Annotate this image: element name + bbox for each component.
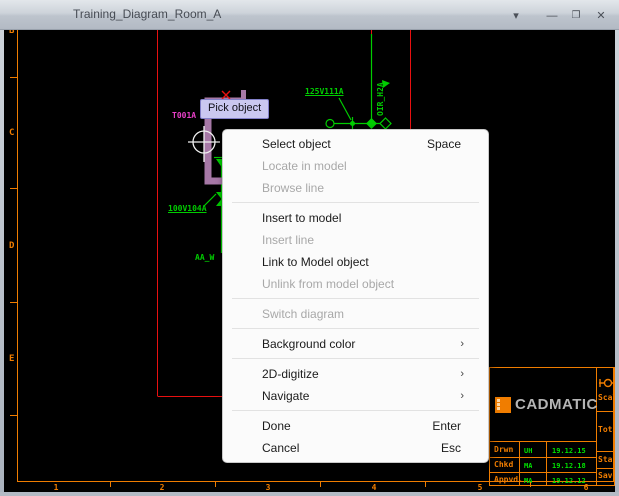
brand-name: CADMATIC — [515, 396, 598, 413]
shortcut-space: Space — [427, 133, 461, 155]
menu-separator — [232, 328, 479, 329]
row-label-drwn: Drwn — [494, 445, 513, 454]
connector-icon — [599, 376, 615, 390]
row-value-appvd: MA — [524, 477, 532, 485]
menu-item-done[interactable]: Done Enter — [223, 415, 488, 437]
submenu-arrow-icon: › — [460, 363, 464, 385]
submenu-arrow-icon: › — [460, 333, 464, 355]
menu-item-background-color[interactable]: Background color › — [223, 333, 488, 355]
ruler-letter-d: D — [9, 241, 14, 251]
row-value-drwn: UH — [524, 447, 532, 455]
submenu-arrow-icon: › — [460, 385, 464, 407]
titlebar: Training_Diagram_Room_A ▾ — ❐ ✕ — [0, 0, 619, 30]
pick-object-tooltip: Pick object — [200, 99, 269, 119]
window-border-bottom — [0, 492, 619, 496]
menu-item-navigate[interactable]: Navigate › — [223, 385, 488, 407]
maximize-button[interactable]: ❐ — [566, 8, 586, 24]
row-date-chkd: 19.12.18 — [552, 462, 586, 470]
ruler-number-2: 2 — [156, 483, 168, 492]
valve-top-label: 125V111A — [305, 87, 344, 96]
row-date-drwn: 19.12.15 — [552, 447, 586, 455]
app-window: Training_Diagram_Room_A ▾ — ❐ ✕ — [0, 0, 619, 496]
ruler-letter-e: E — [9, 354, 14, 364]
window-title: Training_Diagram_Room_A — [73, 7, 221, 21]
ruler-letter-c: C — [9, 128, 14, 138]
menu-separator — [232, 202, 479, 203]
menu-item-cancel[interactable]: Cancel Esc — [223, 437, 488, 459]
menu-item-insert-line: Insert line — [223, 229, 488, 251]
close-button[interactable]: ✕ — [591, 8, 611, 24]
ruler-number-3: 3 — [262, 483, 274, 492]
menu-separator — [232, 298, 479, 299]
menu-item-locate-in-model: Locate in model — [223, 155, 488, 177]
menu-separator — [232, 410, 479, 411]
side-label-scale: Scale — [598, 393, 615, 402]
row-label-chkd: Chkd — [494, 460, 513, 469]
menu-item-switch-diagram: Switch diagram — [223, 303, 488, 325]
menu-separator — [232, 358, 479, 359]
title-block: CADMATIC Drwn UH 19.12.15 Chkd MA 19.12.… — [489, 367, 615, 486]
valve-left-label: 100V104A — [168, 204, 207, 213]
row-value-chkd: MA — [524, 462, 532, 470]
menu-item-2d-digitize[interactable]: 2D-digitize › — [223, 363, 488, 385]
system-left-label: AA_W — [195, 253, 214, 262]
shortcut-esc: Esc — [441, 437, 461, 459]
menu-item-insert-to-model[interactable]: Insert to model — [223, 207, 488, 229]
window-border-right — [615, 30, 619, 496]
context-menu: Select object Space Locate in model Brow… — [222, 129, 489, 463]
ruler-letter-b: B — [9, 30, 14, 36]
row-date-appvd: 19.12.12 — [552, 477, 586, 485]
menu-item-browse-line: Browse line — [223, 177, 488, 199]
window-menu-arrow-icon[interactable]: ▾ — [506, 8, 526, 24]
side-label-save: Save — [598, 471, 615, 480]
ruler-number-1: 1 — [50, 483, 62, 492]
crosshair-cursor — [188, 126, 220, 162]
side-label-status: Status — [598, 455, 615, 464]
menu-item-link-to-model-object[interactable]: Link to Model object — [223, 251, 488, 273]
row-label-appvd: Appvd. — [494, 475, 523, 484]
ruler-number-4: 4 — [368, 483, 380, 492]
minimize-button[interactable]: — — [542, 8, 562, 24]
pipe-vertical-label: OIR_H2A — [376, 74, 385, 116]
side-label-total: Total — [598, 425, 615, 434]
menu-item-select-object[interactable]: Select object Space — [223, 133, 488, 155]
menu-item-unlink-from-model-object: Unlink from model object — [223, 273, 488, 295]
diagram-canvas[interactable]: T001A 125V111A 100V104A AA_W OIR_H2A B C… — [4, 30, 615, 492]
tank-tag-label: T001A — [172, 111, 196, 120]
shortcut-enter: Enter — [432, 415, 461, 437]
cadmatic-logo-icon — [495, 397, 511, 413]
ruler-number-5: 5 — [474, 483, 486, 492]
